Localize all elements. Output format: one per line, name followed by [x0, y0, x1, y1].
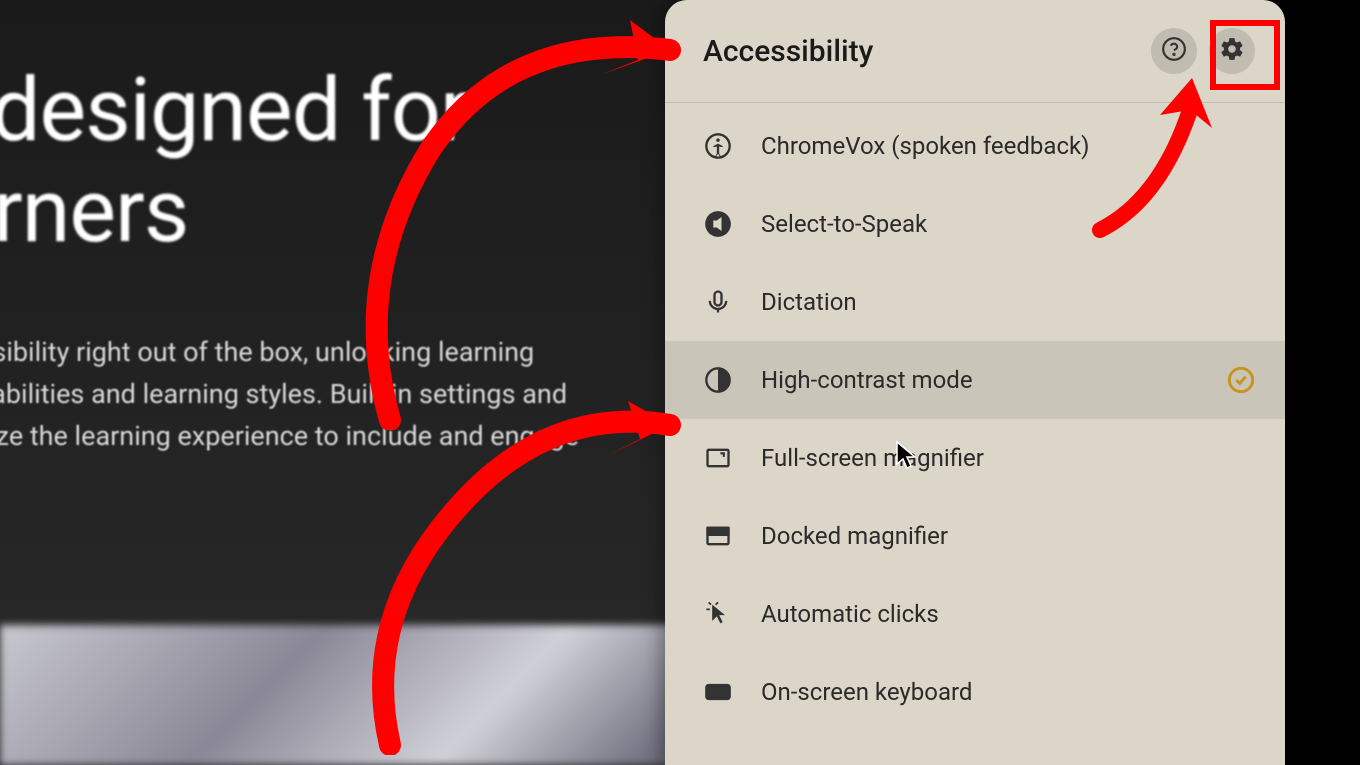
item-label: ChromeVox (spoken feedback)	[761, 132, 1090, 160]
gear-icon	[1219, 36, 1245, 66]
fullscreen-icon	[703, 443, 733, 473]
list-item-onscreen-keyboard[interactable]: On-screen keyboard	[665, 653, 1285, 713]
help-button[interactable]	[1151, 28, 1197, 74]
docked-icon	[703, 521, 733, 551]
accessibility-list: ChromeVox (spoken feedback) Select-to-Sp…	[665, 103, 1285, 717]
keyboard-icon	[703, 677, 733, 707]
list-item-fullscreen-magnifier[interactable]: Full-screen magnifier	[665, 419, 1285, 497]
item-label: High-contrast mode	[761, 366, 973, 394]
title-line-1: es designed for	[0, 59, 469, 162]
slide-title: es designed for learners	[0, 60, 680, 262]
title-line-2: learners	[0, 160, 188, 263]
contrast-icon	[703, 365, 733, 395]
settings-button[interactable]	[1209, 28, 1255, 74]
accessibility-voice-icon	[703, 131, 733, 161]
item-label: On-screen keyboard	[761, 678, 972, 706]
list-item-select-to-speak[interactable]: Select-to-Speak	[665, 185, 1285, 263]
speak-icon	[703, 209, 733, 239]
accessibility-panel: Accessibility ChromeVox (spoke	[665, 0, 1285, 765]
slide-body: cessibility right out of the box, unlock…	[0, 332, 680, 458]
autoclick-icon	[703, 599, 733, 629]
list-item-high-contrast[interactable]: High-contrast mode	[665, 341, 1285, 419]
mic-icon	[703, 287, 733, 317]
list-item-automatic-clicks[interactable]: Automatic clicks	[665, 575, 1285, 653]
checkmark-icon	[1227, 366, 1255, 394]
panel-header: Accessibility	[665, 0, 1285, 103]
item-label: Docked magnifier	[761, 522, 948, 550]
body-line-1: cessibility right out of the box, unlock…	[0, 336, 534, 368]
help-icon	[1161, 36, 1187, 66]
body-line-2: ds, abilities and learning styles. Built…	[0, 378, 567, 410]
item-label: Automatic clicks	[761, 600, 939, 628]
item-label: Full-screen magnifier	[761, 444, 984, 472]
item-label: Dictation	[761, 288, 857, 316]
panel-title: Accessibility	[703, 34, 1139, 69]
item-label: Select-to-Speak	[761, 210, 927, 238]
list-item-docked-magnifier[interactable]: Docked magnifier	[665, 497, 1285, 575]
slide-photo	[0, 625, 680, 765]
list-item-chromevox[interactable]: ChromeVox (spoken feedback)	[665, 107, 1285, 185]
background-slide: es designed for learners cessibility rig…	[0, 0, 680, 765]
list-item-dictation[interactable]: Dictation	[665, 263, 1285, 341]
body-line-3: omize the learning experience to include…	[0, 420, 579, 452]
